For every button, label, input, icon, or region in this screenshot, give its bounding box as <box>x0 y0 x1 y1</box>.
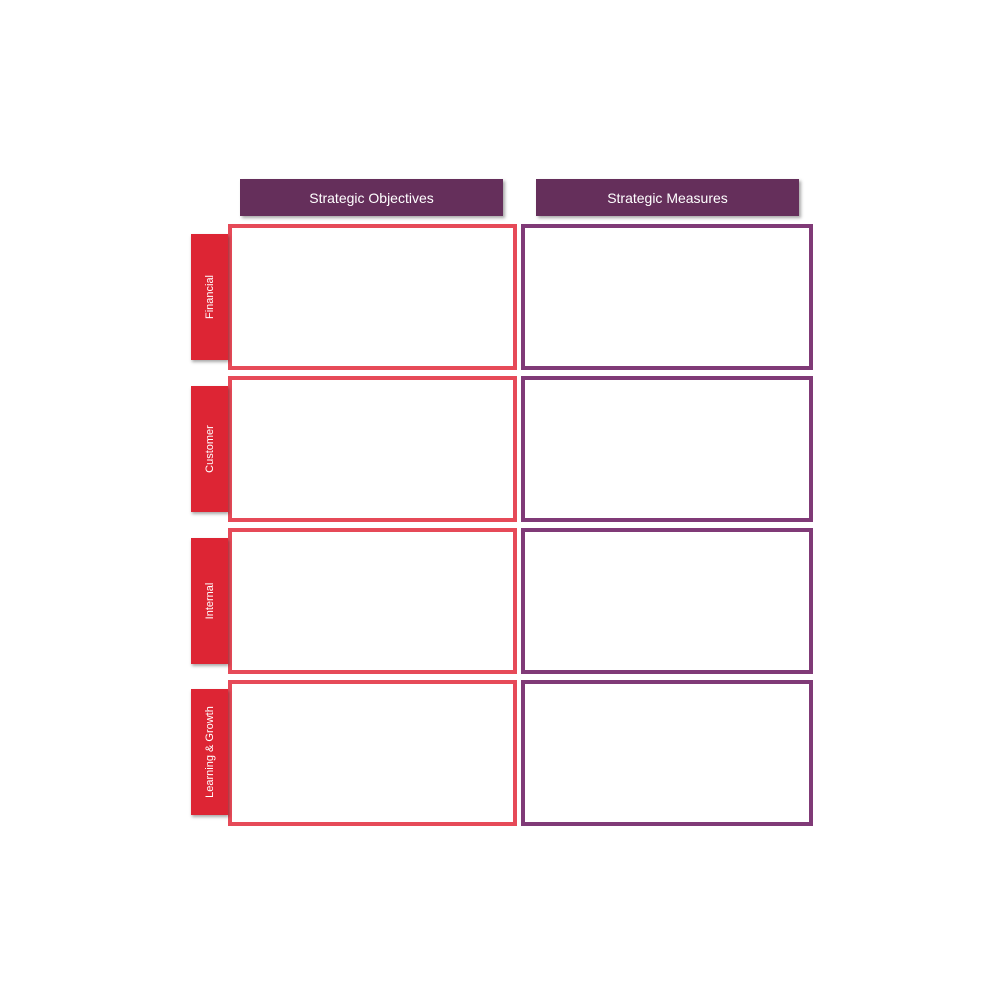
internal-objectives-box[interactable] <box>228 528 517 674</box>
learning-growth-measures-box[interactable] <box>521 680 813 826</box>
perspective-label: Customer <box>203 425 216 473</box>
internal-measures-box[interactable] <box>521 528 813 674</box>
customer-measures-box[interactable] <box>521 376 813 522</box>
perspective-label: Internal <box>203 582 216 620</box>
perspective-tab-internal: Internal <box>191 538 228 664</box>
perspective-tab-customer: Customer <box>191 386 228 512</box>
header-label: Strategic Measures <box>607 189 728 206</box>
perspective-tab-learning-growth: Learning & Growth <box>191 689 228 815</box>
financial-measures-box[interactable] <box>521 224 813 370</box>
learning-growth-objectives-box[interactable] <box>228 680 517 826</box>
financial-objectives-box[interactable] <box>228 224 517 370</box>
perspective-label: Learning & Growth <box>203 706 216 798</box>
strategic-objectives-header: Strategic Objectives <box>240 179 503 216</box>
perspective-label: Financial <box>203 274 216 320</box>
customer-objectives-box[interactable] <box>228 376 517 522</box>
strategic-measures-header: Strategic Measures <box>536 179 799 216</box>
header-label: Strategic Objectives <box>309 189 434 206</box>
perspective-tab-financial: Financial <box>191 234 228 360</box>
